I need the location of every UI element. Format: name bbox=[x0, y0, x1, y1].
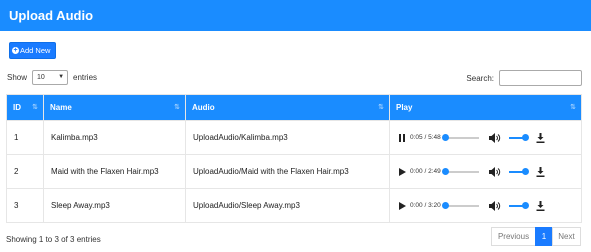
cell-id: 2 bbox=[6, 154, 44, 189]
volume-knob[interactable] bbox=[521, 133, 529, 141]
cell-play: 0:00 / 2:49 bbox=[389, 154, 582, 189]
table-row: 3 Sleep Away.mp3 UploadAudio/Sleep Away.mp… bbox=[6, 188, 582, 223]
download-icon[interactable] bbox=[536, 166, 545, 177]
seek-slider[interactable] bbox=[441, 201, 479, 209]
cell-audio: UploadAudio/Kalimba.mp3 bbox=[185, 120, 390, 155]
audio-table: ID ⇅ Name ⇅ Audio ⇅ Play ⇅ 1 Kalimba.mp3 Uploa… bbox=[6, 94, 582, 223]
cell-play: 0:05 / 5:48 bbox=[389, 120, 582, 155]
pause-icon bbox=[399, 133, 405, 142]
volume-slider[interactable] bbox=[508, 201, 529, 209]
play-pause-button[interactable] bbox=[397, 201, 407, 211]
time-display: 0:00 / 3:20 bbox=[410, 202, 441, 209]
audio-player: 0:00 / 3:20 bbox=[397, 198, 581, 214]
volume-slider[interactable] bbox=[508, 167, 529, 175]
previous-page-button[interactable]: Previous bbox=[491, 227, 536, 246]
sort-icon: ⇅ bbox=[570, 104, 576, 111]
play-icon bbox=[398, 201, 406, 210]
time-display: 0:05 / 5:48 bbox=[410, 134, 441, 141]
volume-icon[interactable] bbox=[488, 132, 501, 143]
column-header-audio[interactable]: Audio ⇅ bbox=[185, 94, 390, 121]
cell-name: Sleep Away.mp3 bbox=[43, 188, 186, 223]
cell-name: Maid with the Flaxen Hair.mp3 bbox=[43, 154, 186, 189]
download-icon[interactable] bbox=[536, 200, 545, 211]
search-control: Search: bbox=[466, 70, 582, 86]
chevron-down-icon: ▼ bbox=[58, 74, 65, 80]
length-control: Show 10 ▼ entries bbox=[7, 70, 97, 85]
next-page-button[interactable]: Next bbox=[552, 227, 581, 246]
audio-player: 0:05 / 5:48 bbox=[397, 130, 581, 146]
page-1-button[interactable]: 1 bbox=[535, 227, 553, 246]
add-new-button[interactable]: + Add New bbox=[9, 42, 56, 59]
cell-name: Kalimba.mp3 bbox=[43, 120, 186, 155]
volume-icon[interactable] bbox=[488, 166, 501, 177]
sort-icon: ⇅ bbox=[174, 104, 180, 111]
cell-play: 0:00 / 3:20 bbox=[389, 188, 582, 223]
volume-knob[interactable] bbox=[521, 201, 529, 209]
table-row: 1 Kalimba.mp3 UploadAudio/Kalimba.mp3 0:05 … bbox=[6, 120, 582, 155]
sort-icon: ⇅ bbox=[378, 104, 384, 111]
seek-slider[interactable] bbox=[441, 167, 479, 175]
seek-knob[interactable] bbox=[441, 201, 449, 209]
volume-icon[interactable] bbox=[488, 200, 501, 211]
seek-knob[interactable] bbox=[441, 167, 449, 175]
search-input[interactable] bbox=[499, 70, 582, 86]
time-display: 0:00 / 2:49 bbox=[410, 168, 441, 175]
cell-audio: UploadAudio/Maid with the Flaxen Hair.mp… bbox=[185, 154, 390, 189]
plus-circle-icon: + bbox=[12, 47, 19, 54]
sort-icon: ⇅ bbox=[32, 104, 38, 111]
entries-select[interactable]: 10 ▼ bbox=[32, 70, 69, 85]
play-pause-button[interactable] bbox=[397, 133, 407, 143]
cell-id: 3 bbox=[6, 188, 44, 223]
table-info: Showing 1 to 3 of 3 entries bbox=[6, 235, 101, 244]
column-header-id[interactable]: ID ⇅ bbox=[6, 94, 44, 121]
column-header-name[interactable]: Name ⇅ bbox=[43, 94, 186, 121]
table-row: 2 Maid with the Flaxen Hair.mp3 UploadAudi… bbox=[6, 154, 582, 189]
download-icon[interactable] bbox=[536, 132, 545, 143]
show-label: Show bbox=[7, 73, 28, 82]
pagination: Previous 1 Next bbox=[491, 227, 581, 246]
play-pause-button[interactable] bbox=[397, 167, 407, 177]
seek-knob[interactable] bbox=[441, 133, 449, 141]
column-header-play[interactable]: Play ⇅ bbox=[389, 94, 582, 121]
add-new-label: Add New bbox=[20, 46, 51, 55]
header-bar: Upload Audio bbox=[0, 0, 591, 31]
cell-audio: UploadAudio/Sleep Away.mp3 bbox=[185, 188, 390, 223]
volume-slider[interactable] bbox=[508, 133, 529, 141]
volume-knob[interactable] bbox=[521, 167, 529, 175]
search-label: Search: bbox=[466, 73, 494, 83]
entries-label: entries bbox=[73, 73, 98, 82]
entries-select-value: 10 bbox=[37, 74, 45, 81]
seek-slider[interactable] bbox=[441, 133, 479, 141]
page-title: Upload Audio bbox=[9, 8, 94, 23]
audio-player: 0:00 / 2:49 bbox=[397, 164, 581, 180]
play-icon bbox=[398, 167, 406, 176]
cell-id: 1 bbox=[6, 120, 44, 155]
